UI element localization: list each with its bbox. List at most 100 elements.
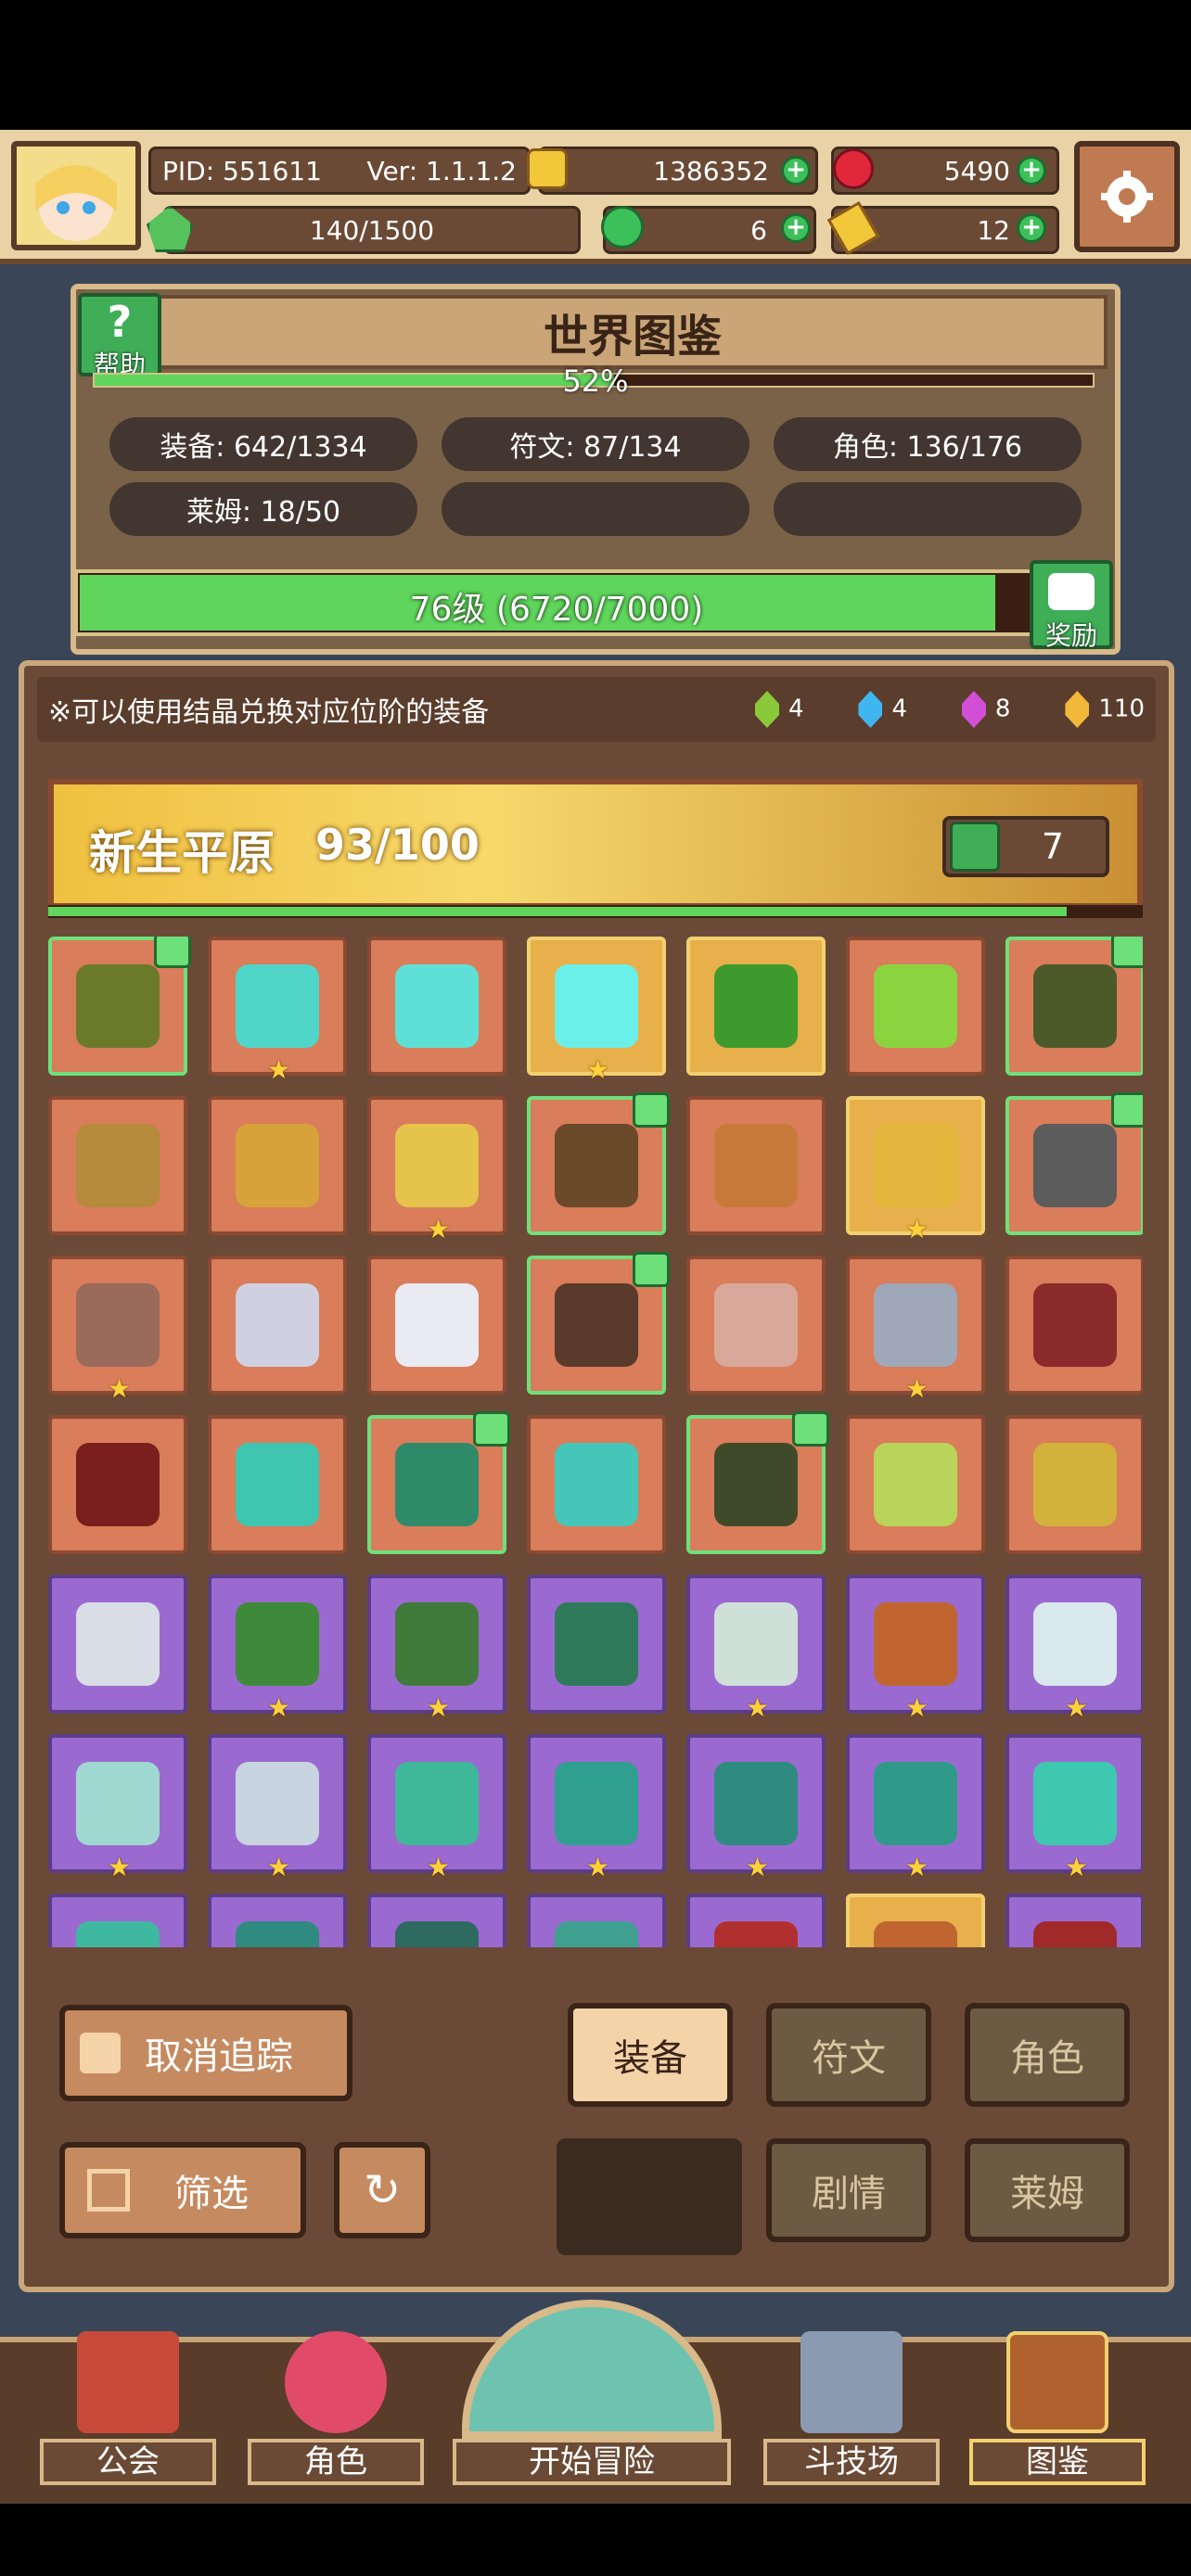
- equipment-slot[interactable]: ★: [527, 937, 666, 1085]
- nav-guild[interactable]: 公会: [40, 2309, 216, 2485]
- tab-slime[interactable]: 莱姆: [965, 2138, 1130, 2242]
- equipment-slot[interactable]: ★: [208, 1575, 347, 1723]
- equipment-slot[interactable]: ★: [527, 1734, 666, 1882]
- avatar[interactable]: [11, 141, 141, 250]
- armor-icon: [395, 1602, 479, 1686]
- equipment-slot[interactable]: [48, 1415, 187, 1554]
- equipment-slot[interactable]: [208, 1415, 347, 1554]
- star-icon: ★: [108, 1852, 132, 1882]
- star-icon: ★: [427, 1214, 451, 1244]
- equipment-slot[interactable]: ★: [48, 1256, 187, 1404]
- equipment-slot[interactable]: [48, 937, 191, 1076]
- star-icon: ★: [746, 1692, 770, 1723]
- gauntlet-icon: [874, 1762, 957, 1845]
- star-icon: ★: [267, 1692, 291, 1723]
- crystal-purple-count: 8: [994, 695, 1011, 723]
- filter-button[interactable]: 筛选: [59, 2142, 306, 2238]
- equipment-slot[interactable]: [527, 1575, 666, 1714]
- equipment-slot[interactable]: [367, 1894, 506, 1947]
- star-icon: ★: [427, 1692, 451, 1723]
- stamina-panel: 140/1500: [163, 206, 581, 254]
- equipment-slot[interactable]: ★: [367, 1096, 506, 1244]
- star-icon: ★: [1065, 1852, 1089, 1882]
- home-indicator-area: [0, 2504, 1191, 2576]
- settings-button[interactable]: [1074, 141, 1180, 252]
- equipment-slot[interactable]: [208, 1894, 347, 1947]
- equipment-slot[interactable]: [1005, 1256, 1143, 1395]
- helmet-icon: [236, 1921, 319, 1947]
- equipment-slot[interactable]: [686, 1411, 829, 1554]
- equipment-slot[interactable]: [1005, 937, 1143, 1076]
- equipment-slot[interactable]: [686, 1256, 826, 1395]
- region-likes-panel[interactable]: 7: [942, 816, 1109, 877]
- equipment-slot[interactable]: [686, 1096, 826, 1235]
- gold-add-button[interactable]: +: [781, 156, 811, 185]
- tracked-thumbs-up-icon: [154, 937, 191, 968]
- equipment-slot[interactable]: ★: [208, 1734, 347, 1882]
- equipment-slot[interactable]: [367, 1256, 506, 1395]
- equipment-slot[interactable]: ★: [48, 1734, 187, 1882]
- pid-version-panel: PID: 551611 Ver: 1.1.1.2: [148, 147, 531, 195]
- grid-icon: [87, 2169, 130, 2212]
- tab-rune[interactable]: 符文: [766, 2003, 931, 2107]
- tab-role[interactable]: 角色: [965, 2003, 1130, 2107]
- equipment-slot[interactable]: [527, 1092, 670, 1235]
- ring-icon: [1033, 964, 1117, 1048]
- gold-coin-icon: [527, 148, 568, 189]
- crystal-green-count: 4: [788, 695, 804, 723]
- equipment-slot[interactable]: ★: [1005, 1575, 1143, 1723]
- nav-role[interactable]: 角色: [248, 2309, 424, 2485]
- equipment-slot[interactable]: ★: [686, 1575, 826, 1723]
- tab-equip[interactable]: 装备: [568, 2003, 733, 2107]
- equipment-slot[interactable]: [367, 937, 506, 1076]
- equipment-slot[interactable]: [1005, 1415, 1143, 1554]
- key-add-button[interactable]: +: [1017, 213, 1046, 243]
- equipment-slot[interactable]: ★: [846, 1256, 985, 1404]
- equipment-slot[interactable]: [367, 1411, 510, 1554]
- equipment-slot[interactable]: ★: [367, 1734, 506, 1882]
- equipment-slot[interactable]: [527, 1252, 670, 1395]
- equipment-slot[interactable]: [527, 1894, 666, 1947]
- hammer-icon: [555, 1124, 638, 1207]
- equipment-slot[interactable]: ★: [367, 1575, 506, 1723]
- equipment-slot[interactable]: [1005, 1894, 1143, 1947]
- clover-icon: [601, 206, 644, 249]
- hood-icon: [714, 1921, 798, 1947]
- reset-button[interactable]: ↻: [334, 2142, 430, 2238]
- crossed-swords-icon: [800, 2331, 903, 2433]
- nav-adventure[interactable]: 开始冒险: [451, 2263, 733, 2485]
- clover-add-button[interactable]: +: [781, 213, 811, 243]
- equipment-slot[interactable]: ★: [686, 1734, 826, 1882]
- ruby-icon: [833, 148, 874, 189]
- ruby-add-button[interactable]: +: [1017, 156, 1046, 185]
- nav-codex[interactable]: 图鉴: [969, 2309, 1146, 2485]
- gold-amount: 1386352: [653, 155, 769, 186]
- equipment-slot[interactable]: [686, 937, 826, 1076]
- equipment-slot[interactable]: [846, 1894, 985, 1947]
- equipment-slot[interactable]: [846, 1415, 985, 1554]
- equipment-slot[interactable]: ★: [1005, 1734, 1143, 1882]
- equipment-slot[interactable]: ★: [846, 1734, 985, 1882]
- armor-icon: [874, 1921, 957, 1947]
- star-icon: ★: [267, 1852, 291, 1882]
- equipment-slot[interactable]: ★: [846, 1575, 985, 1723]
- equipment-slot[interactable]: [686, 1894, 826, 1947]
- pid-text: PID: 551611: [162, 155, 322, 186]
- equipment-slot[interactable]: [1005, 1092, 1143, 1235]
- equipment-slot[interactable]: [208, 1256, 347, 1395]
- equipment-slot[interactable]: ★: [846, 1096, 985, 1244]
- equipment-slot[interactable]: [846, 937, 985, 1076]
- ring-icon: [76, 1762, 160, 1845]
- equipment-slot[interactable]: [208, 1096, 347, 1235]
- nav-arena[interactable]: 斗技场: [763, 2309, 940, 2485]
- equipment-slot[interactable]: [48, 1894, 187, 1947]
- tab-story[interactable]: 剧情: [766, 2138, 931, 2242]
- star-icon: ★: [108, 1373, 132, 1404]
- equipment-slot[interactable]: ★: [208, 937, 347, 1085]
- nav-role-label: 角色: [248, 2439, 424, 2485]
- equipment-slot[interactable]: [527, 1415, 666, 1554]
- equipment-slot[interactable]: [48, 1096, 187, 1235]
- thumbs-up-icon: [950, 822, 1000, 872]
- equipment-slot[interactable]: [48, 1575, 187, 1714]
- untrack-button[interactable]: 取消追踪: [59, 2005, 352, 2101]
